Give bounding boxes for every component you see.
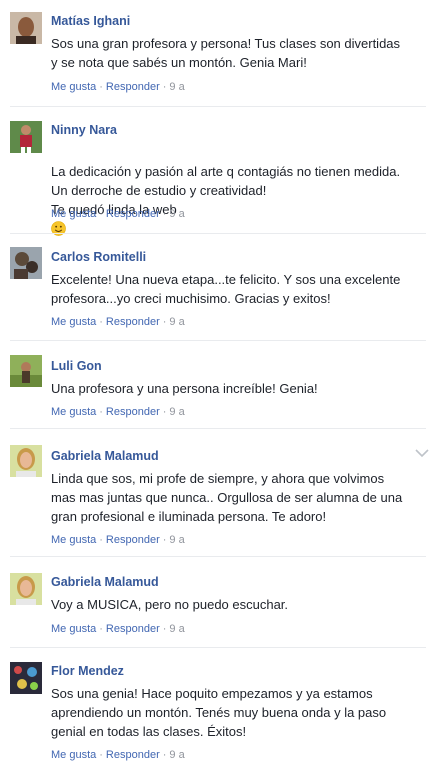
avatar-photo: [10, 445, 42, 477]
reply-link[interactable]: Responder: [106, 316, 160, 328]
like-link[interactable]: Me gusta: [51, 81, 96, 93]
comment-text: Sos una gran profesora y persona! Tus cl…: [51, 36, 401, 70]
comment-actions: Me gusta · Responder · 9 a: [51, 623, 185, 635]
comment-actions: Me gusta · Responder · 9 a: [51, 534, 185, 546]
comment-actions: Me gusta · Responder · 9 a: [51, 406, 185, 418]
timestamp[interactable]: 9 a: [169, 623, 184, 635]
avatar[interactable]: [10, 247, 42, 279]
avatar[interactable]: [10, 573, 42, 605]
avatar-photo: [10, 12, 42, 44]
like-link[interactable]: Me gusta: [51, 623, 96, 635]
reply-link[interactable]: Responder: [106, 208, 160, 220]
reply-link[interactable]: Responder: [106, 81, 160, 93]
comment-item: Gabriela Malamud Voy a MUSICA, pero no p…: [0, 557, 435, 645]
reply-link[interactable]: Responder: [106, 623, 160, 635]
comment-item: Luli Gon Una profesora y una persona inc…: [0, 341, 435, 426]
timestamp[interactable]: 9 a: [169, 208, 184, 220]
comment-text: La dedicación y pasión al arte q contagi…: [51, 143, 427, 238]
avatar[interactable]: [10, 445, 42, 477]
comment-text: Linda que sos, mi profe de siempre, y ah…: [51, 471, 403, 524]
timestamp[interactable]: 9 a: [169, 81, 184, 93]
comment-author[interactable]: Gabriela Malamud: [51, 449, 159, 463]
comment-item: Flor Mendez Sos una genia! Hace poquito …: [0, 648, 435, 769]
avatar-photo: [10, 662, 42, 694]
avatar[interactable]: [10, 355, 42, 387]
like-link[interactable]: Me gusta: [51, 534, 96, 546]
comment-author[interactable]: Matías Ighani: [51, 14, 130, 28]
timestamp[interactable]: 9 a: [169, 534, 184, 546]
reply-link[interactable]: Responder: [106, 406, 160, 418]
timestamp[interactable]: 9 a: [169, 749, 184, 761]
comment-item: Carlos Romitelli Excelente! Una nueva et…: [0, 234, 435, 338]
avatar[interactable]: [10, 121, 42, 153]
comment-item: Matías Ighani Sos una gran profesora y p…: [0, 0, 435, 105]
timestamp[interactable]: 9 a: [169, 316, 184, 328]
comment-actions: Me gusta · Responder · 9 a: [51, 208, 185, 220]
comment-text: Excelente! Una nueva etapa...te felicito…: [51, 272, 401, 306]
reply-link[interactable]: Responder: [106, 749, 160, 761]
like-link[interactable]: Me gusta: [51, 208, 96, 220]
comment-author[interactable]: Flor Mendez: [51, 664, 124, 678]
comment-author[interactable]: Luli Gon: [51, 359, 102, 373]
comment-text: Voy a MUSICA, pero no puedo escuchar.: [51, 597, 289, 612]
comment-author[interactable]: Ninny Nara: [51, 123, 117, 137]
comment-item: Gabriela Malamud Linda que sos, mi profe…: [0, 429, 435, 554]
like-link[interactable]: Me gusta: [51, 406, 96, 418]
comment-author[interactable]: Gabriela Malamud: [51, 575, 159, 589]
timestamp[interactable]: 9 a: [169, 406, 184, 418]
comment-actions: Me gusta · Responder · 9 a: [51, 749, 185, 761]
avatar-photo: [10, 121, 42, 153]
like-link[interactable]: Me gusta: [51, 749, 96, 761]
avatar[interactable]: [10, 12, 42, 44]
avatar-photo: [10, 247, 42, 279]
like-link[interactable]: Me gusta: [51, 316, 96, 328]
avatar-photo: [10, 355, 42, 387]
reply-link[interactable]: Responder: [106, 534, 160, 546]
avatar-photo: [10, 573, 42, 605]
avatar[interactable]: [10, 662, 42, 694]
chevron-down-icon[interactable]: [414, 447, 430, 459]
comment-text: Una profesora y una persona increíble! G…: [51, 381, 318, 396]
comment-author[interactable]: Carlos Romitelli: [51, 250, 146, 264]
comment-actions: Me gusta · Responder · 9 a: [51, 316, 185, 328]
comment-actions: Me gusta · Responder · 9 a: [51, 81, 185, 93]
comment-text: Sos una genia! Hace poquito empezamos y …: [51, 686, 387, 739]
